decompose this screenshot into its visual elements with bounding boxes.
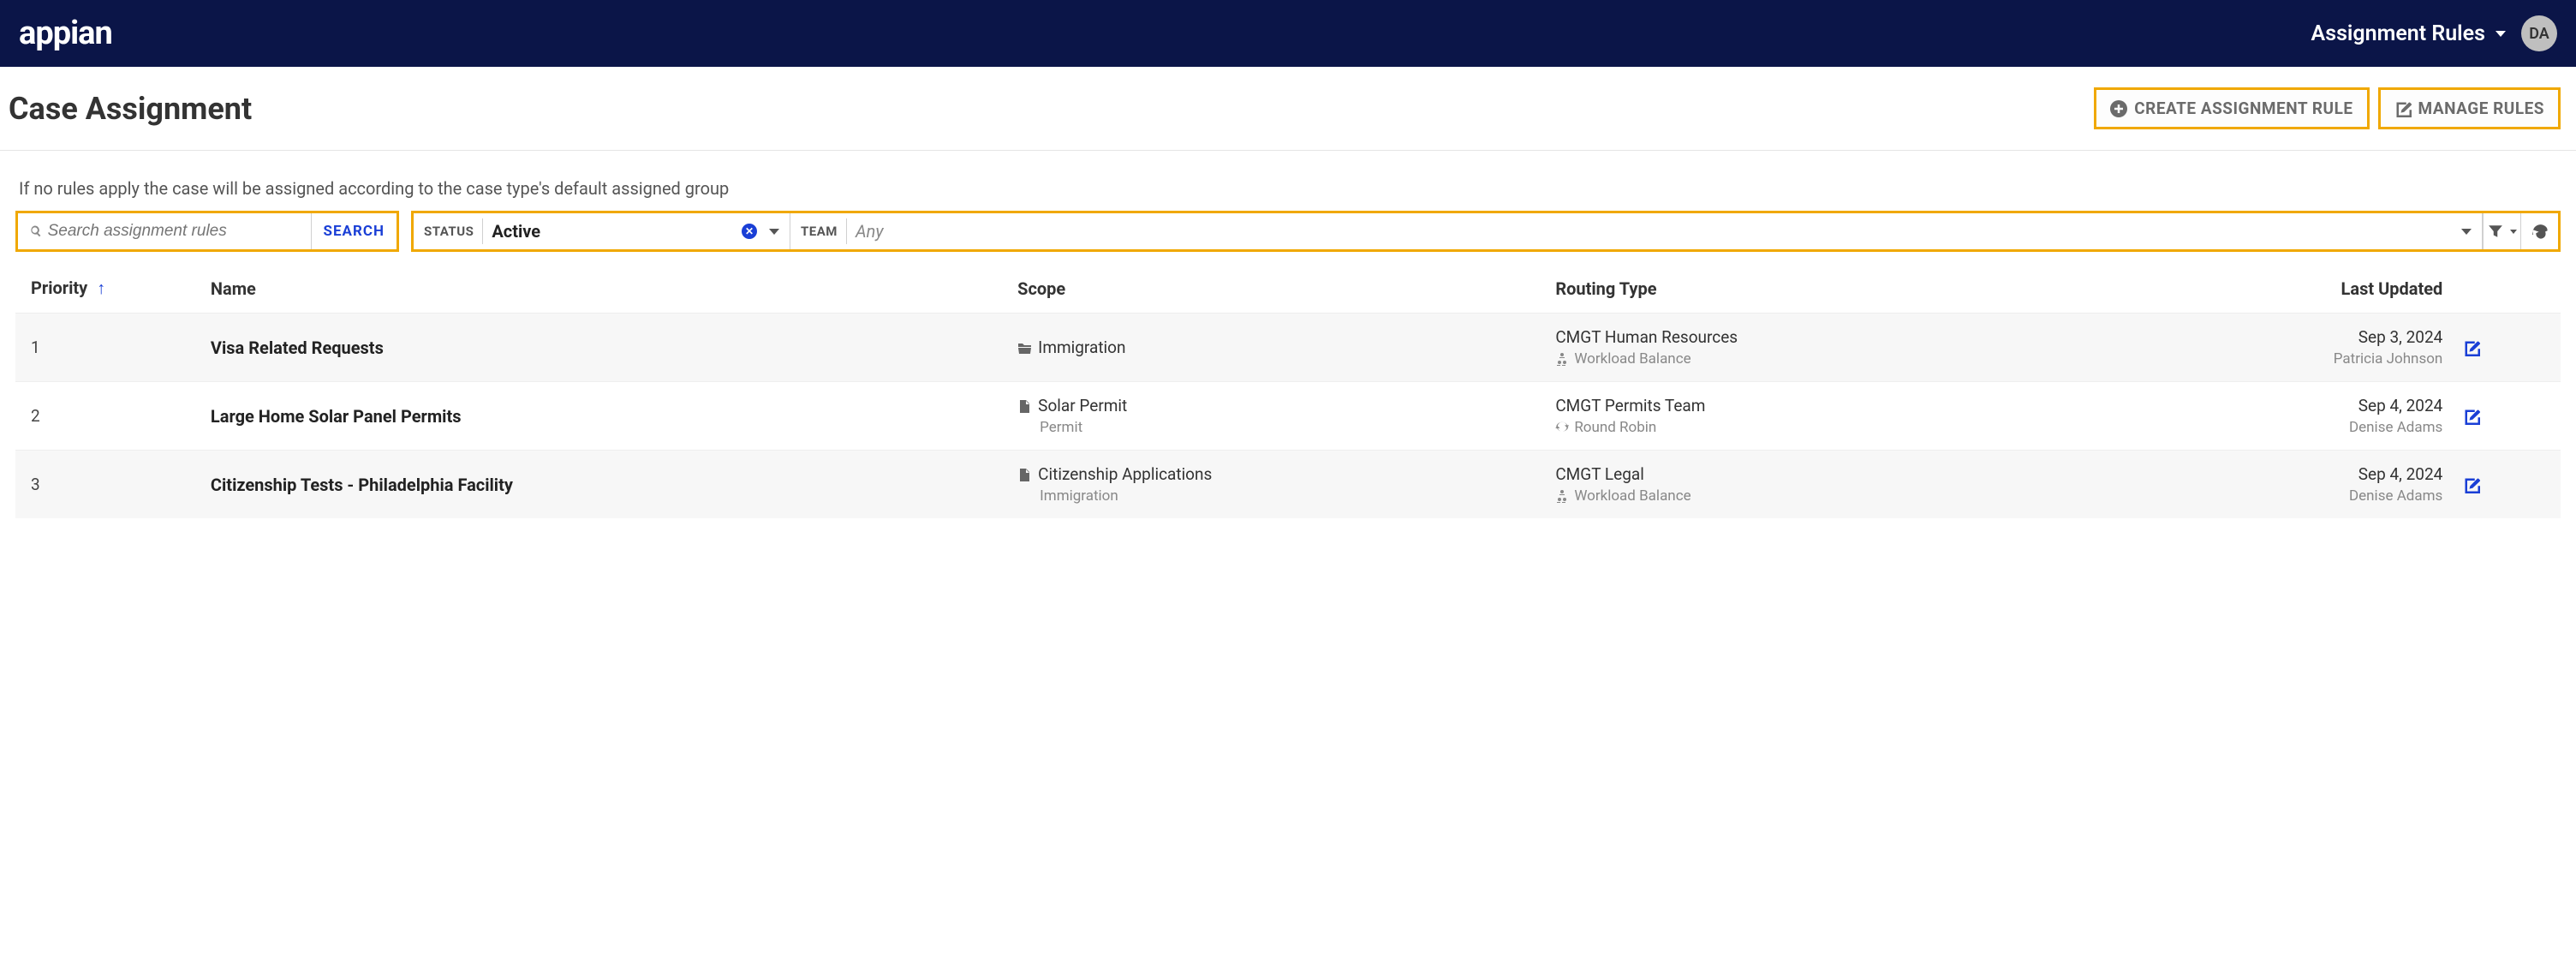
rules-table: Priority ↑ Name Scope Routing Type Last … [15, 260, 2561, 518]
team-filter-label: TEAM [801, 224, 838, 239]
manage-button-label: MANAGE RULES [2418, 99, 2544, 118]
content-card: If no rules apply the case will be assig… [15, 175, 2561, 527]
updated-date: Sep 4, 2024 [2161, 464, 2442, 484]
search-input[interactable] [48, 222, 302, 241]
col-header-updated[interactable]: Last Updated [2150, 260, 2453, 314]
cell-updated: Sep 3, 2024 Patricia Johnson [2150, 314, 2453, 382]
cell-priority: 2 [15, 382, 200, 451]
col-header-name[interactable]: Name [200, 260, 1007, 314]
edit-row-button[interactable] [2463, 339, 2550, 356]
cell-scope: Solar Permit Permit [1007, 382, 1545, 451]
search-button[interactable]: SEARCH [312, 213, 397, 249]
search-button-label: SEARCH [324, 223, 385, 240]
sort-asc-icon: ↑ [97, 278, 105, 298]
col-header-scope[interactable]: Scope [1007, 260, 1545, 314]
updated-by: Patricia Johnson [2161, 350, 2442, 367]
chevron-down-icon [2496, 31, 2506, 37]
updated-by: Denise Adams [2161, 487, 2442, 505]
helper-text: If no rules apply the case will be assig… [15, 175, 2561, 211]
cell-scope: Citizenship Applications Immigration [1007, 451, 1545, 519]
search-icon [27, 224, 41, 239]
updated-by: Denise Adams [2161, 419, 2442, 436]
scope-sub: Immigration [1017, 487, 1535, 505]
cell-updated: Sep 4, 2024 Denise Adams [2150, 382, 2453, 451]
avatar[interactable]: DA [2521, 15, 2557, 51]
cell-updated: Sep 4, 2024 Denise Adams [2150, 451, 2453, 519]
search-field-container [18, 213, 312, 249]
scope-text: Citizenship Applications [1038, 464, 1212, 484]
scope-sub: Permit [1017, 419, 1535, 436]
routing-type: Round Robin [1574, 419, 1656, 436]
funnel-icon [2488, 224, 2503, 239]
manage-rules-button[interactable]: MANAGE RULES [2378, 87, 2561, 129]
updated-date: Sep 4, 2024 [2161, 396, 2442, 415]
chevron-down-icon [2461, 229, 2472, 235]
nav-dropdown-label: Assignment Rules [2311, 21, 2485, 46]
col-header-priority[interactable]: Priority ↑ [15, 260, 200, 314]
table-row: 2 Large Home Solar Panel Permits Solar P… [15, 382, 2561, 451]
divider [846, 218, 847, 243]
file-icon [1017, 399, 1031, 413]
edit-box-icon [2394, 100, 2412, 117]
page-header: Case Assignment CREATE ASSIGNMENT RULE M… [0, 67, 2576, 151]
status-filter[interactable]: STATUS Active ✕ [414, 213, 790, 249]
updated-date: Sep 3, 2024 [2161, 327, 2442, 347]
routing-type: Workload Balance [1574, 487, 1690, 505]
routing-type: Workload Balance [1574, 350, 1690, 367]
chevron-down-icon [769, 229, 779, 235]
status-filter-label: STATUS [424, 224, 474, 239]
status-clear-icon[interactable]: ✕ [742, 224, 757, 239]
top-nav-bar: appian Assignment Rules DA [0, 0, 2576, 67]
brand-logo: appian [19, 15, 112, 52]
cell-routing: CMGT Permits Team Round Robin [1545, 382, 2150, 451]
edit-row-button[interactable] [2463, 408, 2550, 425]
create-assignment-rule-button[interactable]: CREATE ASSIGNMENT RULE [2094, 87, 2369, 129]
cell-routing: CMGT Human Resources Workload Balance [1545, 314, 2150, 382]
cell-name: Citizenship Tests - Philadelphia Facilit… [200, 451, 1007, 519]
cell-scope: Immigration [1007, 314, 1545, 382]
col-header-routing[interactable]: Routing Type [1545, 260, 2150, 314]
roundrobin-icon [1555, 421, 1569, 434]
workload-icon [1555, 352, 1569, 366]
workload-icon [1555, 489, 1569, 503]
folder-icon [1017, 341, 1031, 355]
refresh-button[interactable] [2520, 213, 2558, 249]
routing-team: CMGT Legal [1555, 464, 2140, 484]
refresh-icon [2532, 224, 2548, 239]
team-filter[interactable]: TEAM Any [790, 213, 2483, 249]
divider [482, 218, 483, 243]
file-icon [1017, 468, 1031, 481]
routing-team: CMGT Permits Team [1555, 396, 2140, 415]
table-row: 1 Visa Related Requests Immigration CMGT… [15, 314, 2561, 382]
cell-routing: CMGT Legal Workload Balance [1545, 451, 2150, 519]
cell-priority: 3 [15, 451, 200, 519]
filter-menu-button[interactable] [2483, 213, 2520, 249]
status-filter-value: Active [492, 221, 540, 242]
table-row: 3 Citizenship Tests - Philadelphia Facil… [15, 451, 2561, 519]
avatar-initials: DA [2529, 25, 2549, 43]
nav-dropdown-assignment-rules[interactable]: Assignment Rules [2311, 21, 2506, 46]
scope-text: Immigration [1038, 338, 1125, 357]
team-filter-value: Any [856, 221, 884, 242]
edit-icon [2463, 408, 2480, 425]
filters-bar: STATUS Active ✕ TEAM Any [411, 211, 2561, 252]
edit-icon [2463, 339, 2480, 356]
cell-priority: 1 [15, 314, 200, 382]
create-button-label: CREATE ASSIGNMENT RULE [2134, 99, 2352, 118]
chevron-down-icon [2510, 230, 2517, 234]
scope-text: Solar Permit [1038, 396, 1127, 415]
cell-name: Large Home Solar Panel Permits [200, 382, 1007, 451]
edit-row-button[interactable] [2463, 476, 2550, 493]
page-title: Case Assignment [9, 91, 252, 127]
cell-name: Visa Related Requests [200, 314, 1007, 382]
edit-icon [2463, 476, 2480, 493]
routing-team: CMGT Human Resources [1555, 327, 2140, 347]
plus-circle-icon [2110, 100, 2127, 117]
search-wrap: SEARCH [15, 211, 399, 252]
